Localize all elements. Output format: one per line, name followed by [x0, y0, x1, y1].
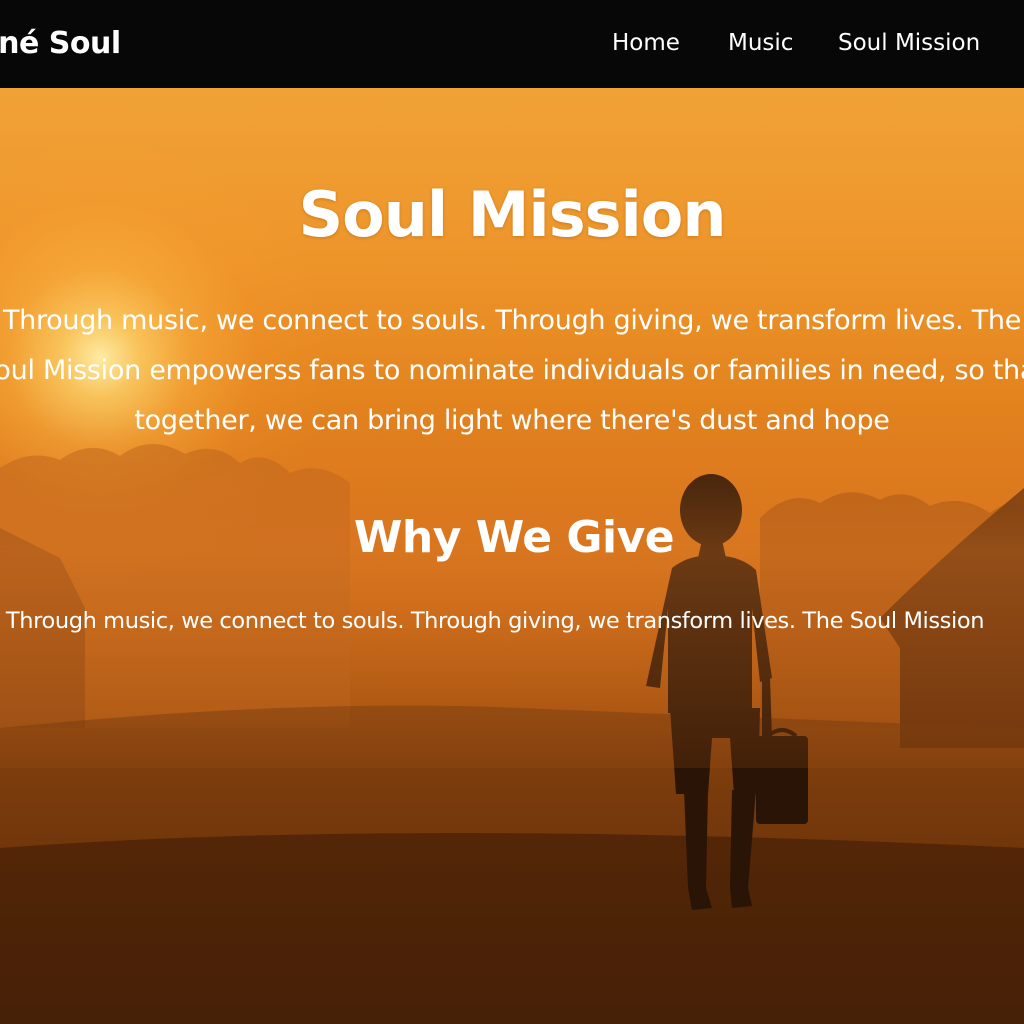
brand-logo-link[interactable]: oné Soul	[0, 26, 121, 61]
soul-mission-page: oné Soul Home Music Soul Mission	[0, 0, 1024, 1024]
intro-line: together, we can bring light where there…	[134, 405, 890, 436]
intro-line: Through music, we connect to souls. Thro…	[2, 305, 1022, 336]
ground-shadow	[0, 833, 1024, 1024]
why-we-give-text: Through music, we connect to souls. Thro…	[5, 608, 985, 634]
top-navigation-bar: oné Soul Home Music Soul Mission	[0, 0, 1024, 88]
mission-intro-text: Through music, we connect to souls. Thro…	[0, 296, 1024, 446]
intro-line: Soul Mission empowerss fans to nominate …	[0, 355, 1024, 386]
page-title: Soul Mission	[298, 178, 727, 251]
morning-haze	[0, 408, 1024, 768]
nav-link-music[interactable]: Music	[728, 30, 793, 56]
hero-section: Soul Mission Through music, we connect t…	[0, 88, 1024, 1024]
why-we-give-heading: Why We Give	[353, 512, 675, 563]
nav-link-home[interactable]: Home	[612, 30, 680, 56]
nav-link-soul-mission[interactable]: Soul Mission	[838, 30, 980, 56]
